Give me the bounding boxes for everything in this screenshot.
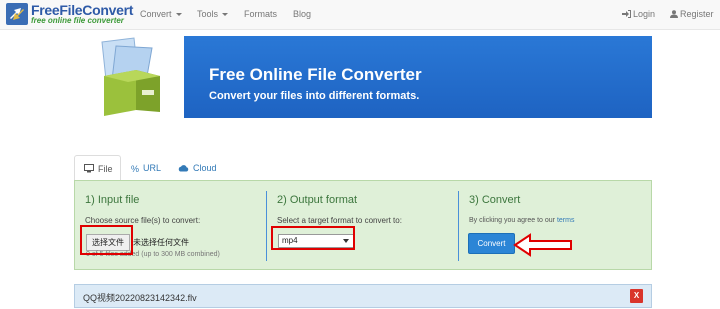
nav-convert[interactable]: Convert bbox=[140, 9, 182, 19]
caret-down-icon bbox=[175, 13, 182, 17]
login-label: Login bbox=[633, 9, 656, 19]
annotation-arrow-icon bbox=[513, 233, 572, 257]
banner-title: Free Online File Converter bbox=[209, 65, 422, 84]
site-logo[interactable]: FreeFileConvert free online file convert… bbox=[6, 2, 133, 27]
cloud-icon bbox=[178, 165, 189, 172]
source-tabs: File % URL Cloud bbox=[74, 155, 652, 181]
input-file-title: 1) Input file bbox=[85, 194, 140, 206]
tab-file[interactable]: File bbox=[74, 155, 121, 181]
monitor-icon bbox=[84, 164, 94, 173]
column-divider bbox=[458, 191, 459, 261]
register-label: Register bbox=[680, 9, 714, 19]
nav-blog[interactable]: Blog bbox=[293, 9, 311, 19]
box-with-papers-icon bbox=[101, 37, 160, 116]
convert-title: 3) Convert bbox=[469, 194, 521, 206]
link-icon: % bbox=[131, 164, 140, 174]
logo-icon bbox=[6, 3, 28, 25]
caret-down-icon bbox=[222, 13, 229, 17]
hero-banner: Free Online File Converter Convert your … bbox=[74, 36, 652, 118]
column-divider bbox=[266, 191, 267, 261]
tab-url-label: URL bbox=[143, 163, 162, 173]
user-icon bbox=[670, 10, 678, 18]
input-file-description: Choose source file(s) to convert: bbox=[85, 216, 201, 225]
remove-file-button[interactable]: X bbox=[630, 289, 643, 303]
annotation-box-format-select bbox=[271, 226, 355, 250]
tab-cloud-label: Cloud bbox=[193, 163, 217, 173]
output-format-title: 2) Output format bbox=[277, 194, 358, 206]
terms-notice: By clicking you agree to our terms bbox=[469, 217, 574, 224]
no-file-chosen-label: 未选择任何文件 bbox=[133, 238, 189, 247]
register-link[interactable]: Register bbox=[670, 9, 714, 19]
tab-url[interactable]: % URL bbox=[131, 155, 161, 181]
file-name: QQ视频20220823142342.flv bbox=[83, 293, 197, 303]
terms-prefix: By clicking you agree to our bbox=[469, 217, 557, 224]
output-format-description: Select a target format to convert to: bbox=[277, 216, 402, 225]
nav-convert-label: Convert bbox=[140, 9, 172, 19]
annotation-box-file-button bbox=[80, 225, 133, 255]
convert-button[interactable]: Convert bbox=[468, 233, 515, 254]
banner-subtitle: Convert your files into different format… bbox=[209, 90, 420, 102]
top-navbar: FreeFileConvert free online file convert… bbox=[0, 0, 720, 30]
login-icon bbox=[622, 10, 631, 18]
nav-tools-label: Tools bbox=[197, 9, 219, 19]
logo-subtitle: free online file converter bbox=[31, 16, 124, 25]
file-list-item: QQ视频20220823142342.flv X bbox=[74, 284, 652, 308]
nav-formats[interactable]: Formats bbox=[244, 9, 277, 19]
tab-file-label: File bbox=[98, 164, 113, 174]
nav-tools[interactable]: Tools bbox=[197, 9, 229, 19]
tab-cloud[interactable]: Cloud bbox=[178, 155, 217, 181]
login-link[interactable]: Login bbox=[622, 9, 655, 19]
terms-link[interactable]: terms bbox=[557, 217, 575, 224]
